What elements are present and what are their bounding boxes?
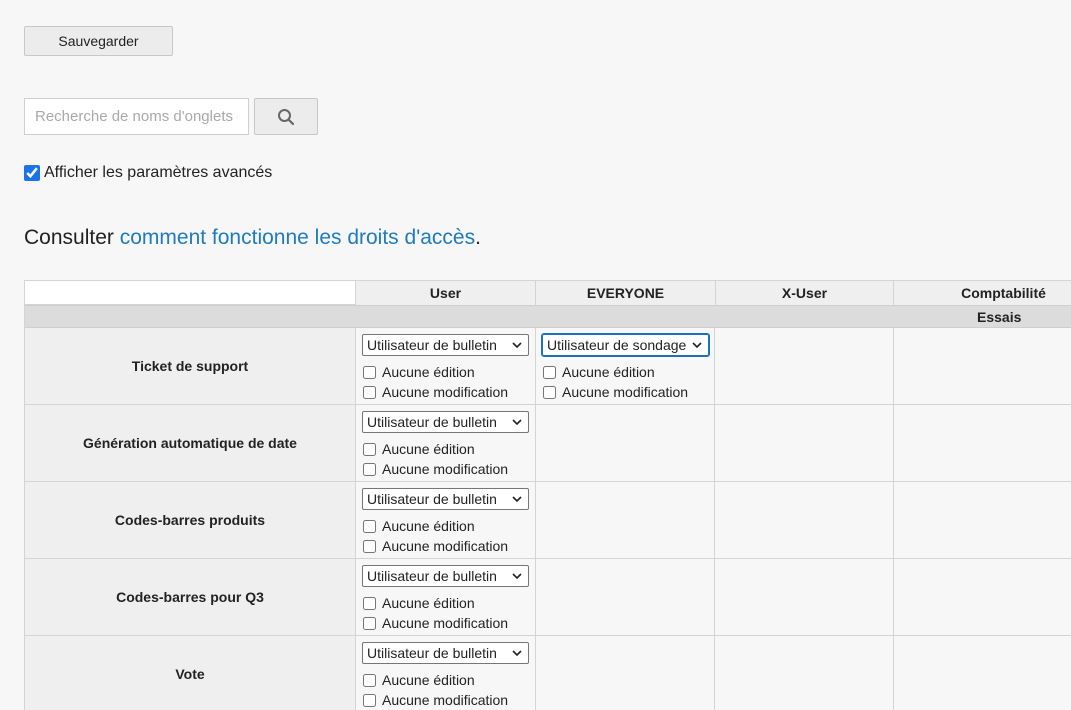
- cell-everyone: Utilisateur de sondage Aucune édition Au…: [536, 328, 715, 405]
- table-subheader: Essais: [25, 305, 1071, 328]
- table-row: Codes-barres produits Utilisateur de bul…: [25, 482, 1071, 559]
- role-select[interactable]: Utilisateur de bulletin: [362, 411, 529, 433]
- no-modify-checkbox[interactable]: [363, 385, 376, 399]
- no-modify-checkbox[interactable]: [543, 385, 556, 399]
- cell-x-user: [715, 328, 894, 405]
- no-modify-label: Aucune modification: [382, 384, 509, 400]
- permissions-table: User EVERYONE X-User Comptabilité Essais…: [24, 280, 1071, 710]
- no-modify-option[interactable]: Aucune modification: [363, 692, 508, 708]
- no-modify-label: Aucune modification: [382, 692, 509, 708]
- no-edit-option[interactable]: Aucune édition: [363, 441, 475, 457]
- table-row: Génération automatique de date Utilisate…: [25, 405, 1071, 482]
- no-modify-checkbox[interactable]: [363, 616, 376, 630]
- no-modify-checkbox[interactable]: [363, 462, 376, 476]
- no-modify-checkbox[interactable]: [363, 693, 376, 707]
- cell-x-user: [715, 559, 894, 636]
- chevron-down-icon: [512, 419, 522, 426]
- tab-search-input[interactable]: [24, 98, 249, 135]
- cell-user: Utilisateur de bulletin Aucune édition A…: [356, 405, 536, 482]
- row-label: Génération automatique de date: [25, 405, 356, 482]
- no-edit-label: Aucune édition: [382, 595, 475, 611]
- chevron-down-icon: [512, 496, 522, 503]
- chevron-down-icon: [692, 342, 702, 349]
- cell-everyone: [536, 636, 715, 710]
- no-modify-checkbox[interactable]: [363, 539, 376, 553]
- role-select[interactable]: Utilisateur de bulletin: [362, 488, 529, 510]
- no-edit-label: Aucune édition: [382, 672, 475, 688]
- cell-user: Utilisateur de bulletin Aucune édition A…: [356, 559, 536, 636]
- column-header-x-user: X-User: [715, 281, 894, 305]
- cell-comptabilite: [894, 405, 1071, 482]
- advanced-settings-label: Afficher les paramètres avancés: [44, 164, 273, 181]
- cell-everyone: [536, 559, 715, 636]
- no-modify-label: Aucune modification: [382, 461, 509, 477]
- advanced-settings-toggle[interactable]: Afficher les paramètres avancés: [24, 164, 272, 182]
- column-header-everyone: EVERYONE: [586, 285, 665, 301]
- no-edit-option[interactable]: Aucune édition: [543, 364, 655, 380]
- no-modify-option[interactable]: Aucune modification: [543, 384, 688, 400]
- cell-x-user: [715, 636, 894, 710]
- cell-comptabilite: [894, 559, 1071, 636]
- role-select[interactable]: Utilisateur de bulletin: [362, 565, 529, 587]
- access-rights-help: Consulter comment fonctionne les droits …: [24, 226, 481, 250]
- advanced-settings-checkbox[interactable]: [24, 165, 40, 181]
- no-edit-option[interactable]: Aucune édition: [363, 595, 475, 611]
- no-edit-option[interactable]: Aucune édition: [363, 672, 475, 688]
- cell-comptabilite: [894, 328, 1071, 405]
- table-row: Ticket de support Utilisateur de bulleti…: [25, 328, 1071, 405]
- row-label: Codes-barres pour Q3: [25, 559, 356, 636]
- chevron-down-icon: [512, 573, 522, 580]
- table-row: Vote Utilisateur de bulletin Aucune édit…: [25, 636, 1071, 710]
- cell-comptabilite: [894, 482, 1071, 559]
- no-edit-checkbox[interactable]: [363, 673, 376, 687]
- cell-x-user: [715, 405, 894, 482]
- help-prefix: Consulter: [24, 226, 120, 249]
- no-edit-checkbox[interactable]: [363, 442, 376, 456]
- column-header-comptabilite: Comptabilité: [894, 281, 1071, 305]
- no-modify-option[interactable]: Aucune modification: [363, 461, 508, 477]
- help-suffix: .: [475, 226, 481, 249]
- cell-x-user: [715, 482, 894, 559]
- cell-user: Utilisateur de bulletin Aucune édition A…: [356, 482, 536, 559]
- no-edit-label: Aucune édition: [562, 364, 655, 380]
- no-modify-option[interactable]: Aucune modification: [363, 538, 508, 554]
- no-edit-option[interactable]: Aucune édition: [363, 364, 475, 380]
- no-modify-option[interactable]: Aucune modification: [363, 615, 508, 631]
- search-button[interactable]: [254, 98, 318, 135]
- role-select[interactable]: Utilisateur de bulletin: [362, 642, 529, 664]
- role-select[interactable]: Utilisateur de sondage: [541, 333, 710, 357]
- cell-everyone: [536, 482, 715, 559]
- no-edit-option[interactable]: Aucune édition: [363, 518, 475, 534]
- table-row: Codes-barres pour Q3 Utilisateur de bull…: [25, 559, 1071, 636]
- no-edit-checkbox[interactable]: [363, 519, 376, 533]
- column-header-user: User: [356, 281, 536, 305]
- no-edit-label: Aucune édition: [382, 518, 475, 534]
- save-button[interactable]: Sauvegarder: [24, 26, 173, 56]
- row-label: Vote: [25, 636, 356, 710]
- no-edit-checkbox[interactable]: [363, 596, 376, 610]
- cell-everyone: [536, 405, 715, 482]
- no-edit-label: Aucune édition: [382, 441, 475, 457]
- no-edit-label: Aucune édition: [382, 364, 475, 380]
- access-rights-help-link[interactable]: comment fonctionne les droits d'accès: [120, 226, 475, 249]
- subheader-essais: Essais: [977, 308, 1022, 325]
- no-modify-label: Aucune modification: [562, 384, 689, 400]
- cell-comptabilite: [894, 636, 1071, 710]
- chevron-down-icon: [512, 650, 522, 657]
- no-modify-label: Aucune modification: [382, 615, 509, 631]
- row-label: Ticket de support: [25, 328, 356, 405]
- access-rights-page: Sauvegarder Afficher les paramètres avan…: [0, 0, 1071, 710]
- header-corner: [25, 281, 356, 305]
- no-modify-option[interactable]: Aucune modification: [363, 384, 508, 400]
- row-label: Codes-barres produits: [25, 482, 356, 559]
- table-header: User EVERYONE X-User Comptabilité: [25, 281, 1071, 305]
- role-select[interactable]: Utilisateur de bulletin: [362, 334, 529, 356]
- no-modify-label: Aucune modification: [382, 538, 509, 554]
- no-edit-checkbox[interactable]: [363, 365, 376, 379]
- no-edit-checkbox[interactable]: [543, 365, 556, 379]
- cell-user: Utilisateur de bulletin Aucune édition A…: [356, 328, 536, 405]
- search-icon: [278, 108, 295, 125]
- cell-user: Utilisateur de bulletin Aucune édition A…: [356, 636, 536, 710]
- chevron-down-icon: [512, 342, 522, 349]
